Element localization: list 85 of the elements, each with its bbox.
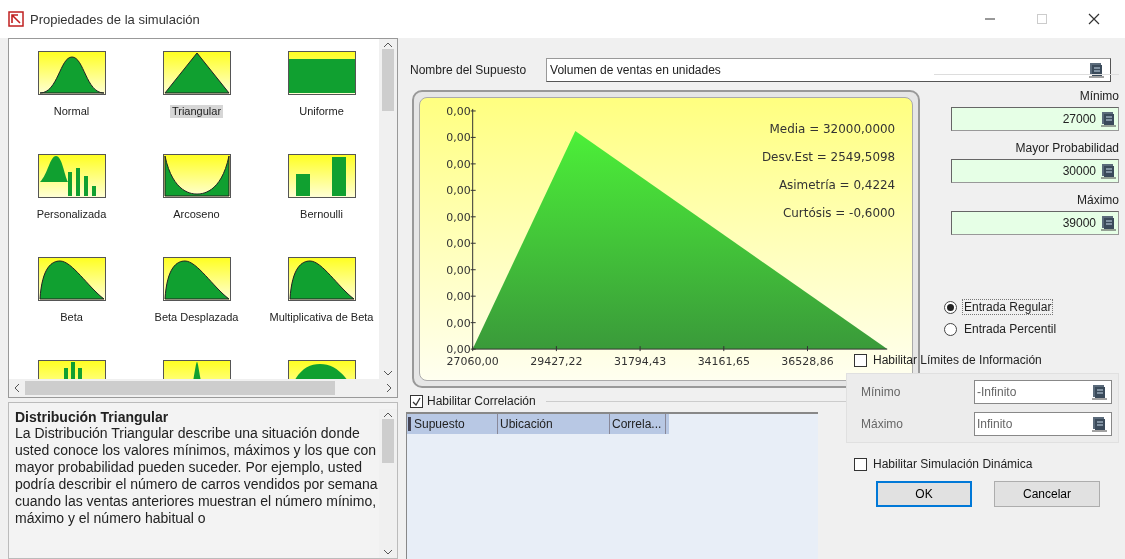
x-tick-label: 29427,22 — [530, 355, 583, 369]
scroll-thumb[interactable] — [382, 419, 394, 463]
parameter-field[interactable]: 39000 — [951, 211, 1119, 235]
distribution-icon[interactable] — [287, 51, 356, 95]
sheet-icon[interactable] — [1091, 416, 1107, 432]
distribution-item[interactable]: Beta Desplazada — [152, 311, 241, 324]
distribution-icon[interactable] — [162, 154, 231, 198]
window-title: Propiedades de la simulación — [30, 11, 201, 27]
column-header[interactable]: Supuesto — [412, 414, 498, 434]
statistic-label: Desv.Est = 2549,5098 — [761, 149, 896, 164]
scroll-left-icon[interactable] — [13, 383, 21, 393]
scroll-down-icon[interactable] — [383, 548, 393, 556]
cancel-button[interactable]: Cancelar — [994, 481, 1100, 507]
assumption-name-field[interactable]: Volumen de ventas en unidades — [546, 58, 1111, 82]
assumption-name-label: Nombre del Supuesto — [410, 63, 527, 77]
description-text: La Distribución Triangular describe una situación donde usted conoce los valores mínimos, máximos y los que con mayor probabilidad pueden suceder. Por ejemplo, usted podría describir el número de carros vendidos por semana cuando las ventas anteriores muestran el número mínimo, máximo y el número habitual o — [15, 425, 379, 527]
distribution-item[interactable]: Normal — [51, 105, 92, 118]
scroll-thumb[interactable] — [25, 381, 335, 395]
description-title: Distribución Triangular — [15, 409, 170, 425]
column-header[interactable]: Correla... — [610, 414, 666, 434]
distribution-item[interactable]: Beta — [58, 311, 85, 324]
statistic-label: Media = 32000,0000 — [769, 121, 896, 136]
radio-button[interactable] — [944, 322, 957, 336]
parameter-label: Mínimo — [1079, 89, 1119, 103]
distribution-item[interactable]: Bernoulli — [298, 208, 345, 221]
scroll-down-icon[interactable] — [383, 369, 393, 377]
y-tick-label: 0,00 — [446, 210, 471, 224]
sheet-icon[interactable] — [1100, 111, 1116, 127]
vertical-scrollbar[interactable] — [379, 39, 397, 379]
distribution-icon[interactable] — [37, 154, 106, 198]
distribution-item[interactable]: Arcoseno — [171, 208, 222, 221]
radio-button[interactable] — [944, 300, 957, 314]
scroll-thumb[interactable] — [382, 49, 394, 111]
y-tick-label: 0,00 — [446, 263, 471, 277]
limit-label: Máximo — [861, 417, 903, 431]
y-tick-label: 0,00 — [446, 343, 471, 357]
x-tick-label: 36528,86 — [781, 355, 834, 369]
limits-label: Habilitar Límites de Información — [873, 353, 1042, 367]
distribution-icon[interactable] — [37, 257, 106, 301]
distribution-icon[interactable] — [37, 51, 106, 95]
dynamic-label: Habilitar Simulación Dinámica — [873, 457, 1033, 471]
distribution-item[interactable]: Triangular — [169, 105, 224, 118]
statistic-label: Asimetría = 0,4224 — [778, 177, 896, 192]
correlation-label: Habilitar Correlación — [427, 394, 536, 408]
scroll-up-icon[interactable] — [383, 411, 393, 419]
x-tick-label: 34161,65 — [697, 355, 750, 369]
horizontal-scrollbar[interactable] — [9, 379, 397, 397]
parameter-label: Máximo — [1077, 193, 1119, 207]
y-tick-label: 0,00 — [446, 157, 471, 171]
sheet-icon[interactable] — [1088, 62, 1104, 78]
x-tick-label: 27060,00 — [446, 355, 499, 369]
y-tick-label: 0,00 — [446, 290, 471, 304]
distribution-item[interactable]: Multiplicativa de Beta — [267, 311, 376, 324]
scroll-up-icon[interactable] — [383, 41, 393, 49]
sheet-icon[interactable] — [1091, 384, 1107, 400]
scroll-right-icon[interactable] — [385, 383, 393, 393]
x-tick-label: 31794,43 — [613, 355, 667, 369]
sheet-icon[interactable] — [1100, 163, 1116, 179]
distribution-icon[interactable] — [162, 51, 231, 95]
y-tick-label: 0,00 — [446, 104, 471, 118]
limit-field[interactable]: -Infinito — [974, 380, 1112, 404]
distribution-icon[interactable] — [162, 257, 231, 301]
correlation-checkbox[interactable] — [410, 394, 423, 408]
radio-label: Entrada Regular — [962, 299, 1054, 315]
sheet-icon[interactable] — [1100, 215, 1116, 231]
distribution-item[interactable]: Uniforme — [297, 105, 346, 118]
parameter-label: Mayor Probabilidad — [1015, 141, 1119, 155]
distribution-icon[interactable] — [287, 154, 356, 198]
close-icon[interactable] — [1087, 12, 1101, 26]
y-tick-label: 0,00 — [446, 184, 471, 198]
app-logo-icon — [8, 11, 24, 27]
parameter-field[interactable]: 30000 — [951, 159, 1119, 183]
dynamic-checkbox[interactable] — [854, 457, 867, 471]
y-tick-label: 0,00 — [446, 316, 471, 330]
distribution-item[interactable]: Personalizada — [34, 208, 109, 221]
limit-field[interactable]: Infinito — [974, 412, 1112, 436]
y-tick-label: 0,00 — [446, 237, 471, 251]
ok-button[interactable]: OK — [876, 481, 972, 507]
column-header[interactable]: Ubicación — [498, 414, 610, 434]
limit-label: Mínimo — [861, 385, 901, 399]
distribution-icon[interactable] — [287, 257, 356, 301]
y-tick-label: 0,00 — [446, 131, 471, 145]
parameter-field[interactable]: 27000 — [951, 107, 1119, 131]
statistic-label: Curtósis = -0,6000 — [782, 205, 896, 220]
radio-label: Entrada Percentil — [963, 321, 1058, 337]
